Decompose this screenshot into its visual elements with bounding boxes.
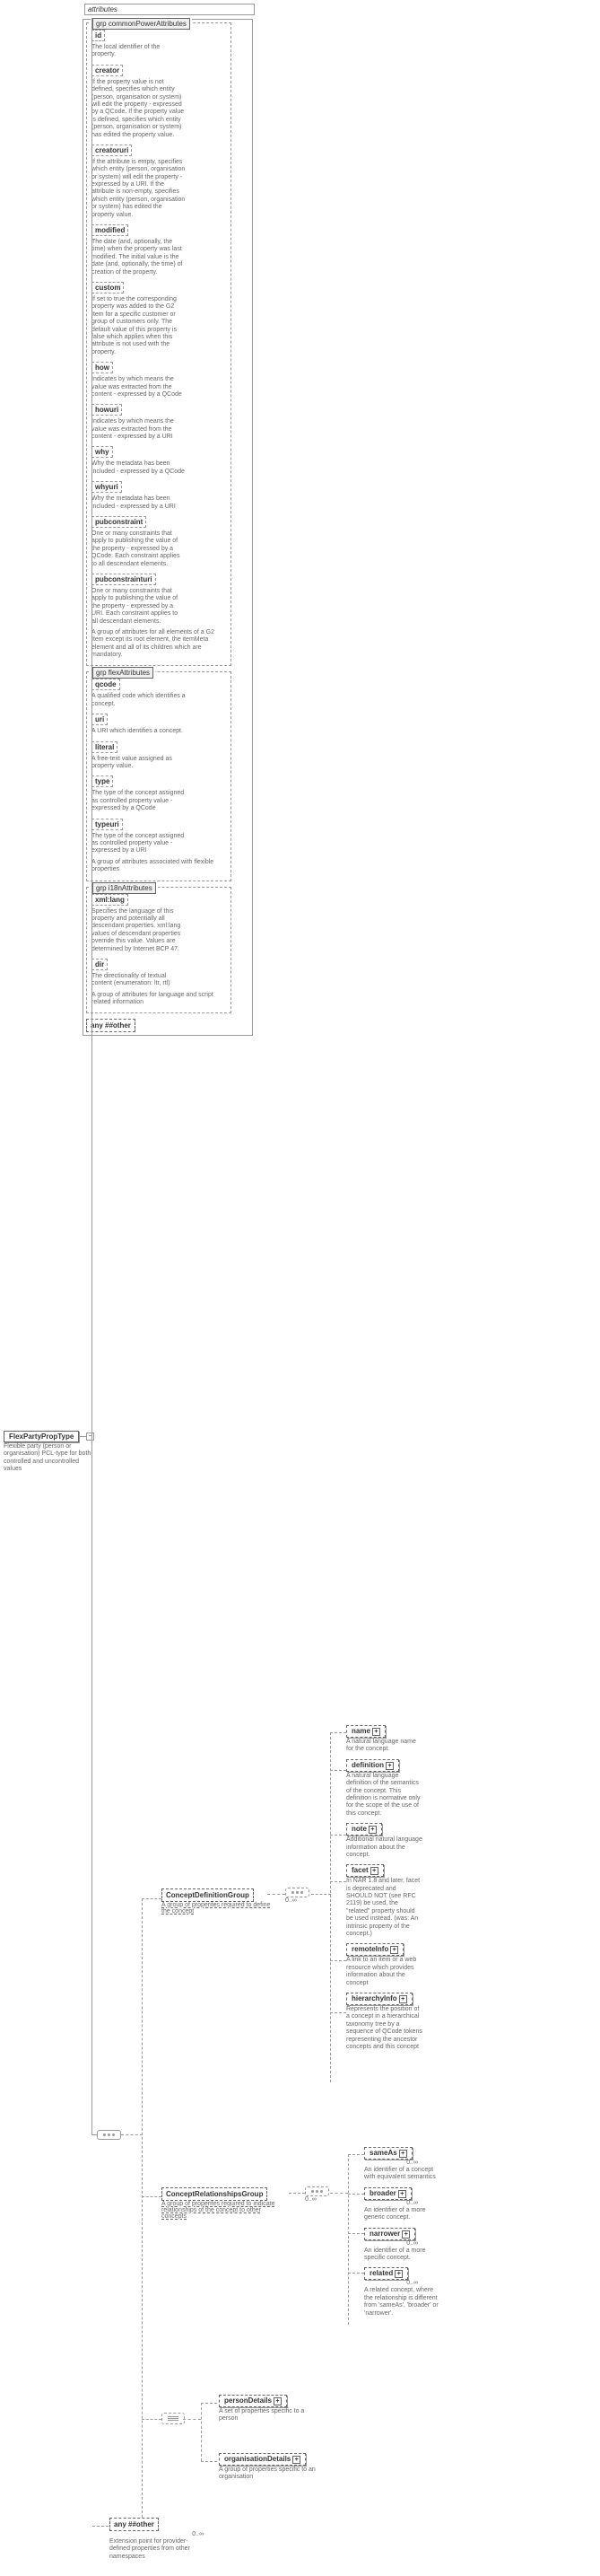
crg-sequence	[305, 2186, 329, 2196]
elem-desc: A related concept, where the relationshi…	[364, 2287, 440, 2318]
attr-desc: The directionality of textual content (e…	[91, 973, 186, 988]
attr-desc: One or many constraints that apply to pu…	[91, 588, 186, 626]
elem-desc: An identifier of a more specific concept…	[364, 2247, 440, 2263]
elem-desc: An identifier of a more generic concept.	[364, 2207, 440, 2222]
any-other-attr: any ##other	[86, 1019, 135, 1032]
attr-pubconstrainturi: pubconstrainturi	[91, 574, 156, 585]
plus-icon[interactable]: +	[402, 2230, 410, 2239]
common-footer: A group of attributes for all elements o…	[91, 629, 217, 660]
plus-icon[interactable]: +	[390, 1946, 398, 1954]
attr-desc: Why the metadata has been included - exp…	[91, 460, 186, 476]
attr-pubconstraint: pubconstraint	[91, 516, 146, 528]
any-other-desc: Extension point for provider-defined pro…	[109, 2538, 204, 2561]
attr-desc: A free-text value assigned as property v…	[91, 756, 186, 771]
attr-howuri: howuri	[91, 404, 122, 416]
attr-desc: Indicates by which means the value was e…	[91, 376, 186, 399]
attr-xml-lang: xml:lang	[91, 894, 128, 906]
elem-sameAs: sameAs+	[364, 2147, 413, 2160]
attr-desc: If the attribute is empty, specifies whi…	[91, 159, 186, 219]
elem-hierarchyInfo: hierarchyInfo+	[346, 1993, 413, 2005]
elem-desc: Represents the position of a concept in …	[346, 2006, 422, 2051]
attr-desc: A qualified code which identifies a conc…	[91, 693, 186, 708]
crg-desc: A group of properites required to indica…	[161, 2201, 287, 2220]
elem-definition: definition+	[346, 1759, 399, 1772]
attr-literal: literal	[91, 741, 117, 753]
i18n-header: grp i18nAttributes	[92, 882, 156, 894]
attr-typeuri: typeuri	[91, 819, 123, 830]
plus-icon[interactable]: +	[369, 1826, 377, 1834]
org-details: organisationDetails+	[219, 2453, 306, 2466]
root-type: FlexPartyPropType	[4, 1431, 79, 1442]
attr-desc: One or many constraints that apply to pu…	[91, 530, 186, 568]
elem-name: name+	[346, 1725, 386, 1738]
elem-note: note+	[346, 1823, 382, 1836]
attr-desc: A URI which identifies a concept.	[91, 728, 186, 735]
attr-modified: modified	[91, 224, 128, 236]
attr-dir: dir	[91, 959, 108, 970]
attr-type: type	[91, 775, 113, 787]
cdg-sequence	[285, 1888, 309, 1897]
elem-desc: Additional natural language information …	[346, 1836, 422, 1859]
attr-how: how	[91, 362, 113, 373]
root-desc: Flexible party (person or organisation) …	[4, 1443, 98, 1474]
plus-icon[interactable]: +	[292, 2456, 300, 2464]
org-desc: A group of properties specific to an org…	[219, 2466, 326, 2482]
attr-qcode: qcode	[91, 679, 120, 690]
attr-desc: The type of the concept assigned as cont…	[91, 833, 186, 855]
attr-creator: creator	[91, 65, 123, 76]
group-common: grp commonPowerAttributes idThe local id…	[86, 22, 231, 666]
attr-desc: Why the metadata has been included - exp…	[91, 495, 186, 511]
elem-related: related+	[364, 2267, 408, 2280]
attr-custom: custom	[91, 282, 124, 294]
main-sequence	[97, 2130, 121, 2140]
group-flex: grp flexAttributes qcodeA qualified code…	[86, 671, 231, 881]
elem-desc: A link to an item or a web resource whic…	[346, 1957, 422, 1987]
elem-broader: broader+	[364, 2187, 412, 2200]
person-desc: A set of properties specific to a person	[219, 2408, 313, 2423]
attr-whyuri: whyuri	[91, 481, 122, 493]
crg-box: ConceptRelationshipsGroup	[161, 2187, 267, 2201]
cdg-box: ConceptDefinitionGroup	[161, 1888, 254, 1902]
attributes-label: attributes	[84, 4, 255, 15]
flex-footer: A group of attributes associated with fl…	[91, 859, 217, 874]
common-header: grp commonPowerAttributes	[92, 18, 190, 30]
minus-toggle[interactable]: −	[86, 1433, 94, 1441]
attr-desc: The type of the concept assigned as cont…	[91, 790, 186, 812]
person-details: personDetails+	[219, 2395, 287, 2407]
plus-icon[interactable]: +	[398, 2190, 406, 2198]
attr-desc: Indicates by which means the value was e…	[91, 418, 186, 441]
plus-icon[interactable]: +	[399, 1995, 407, 2003]
i18n-footer: A group of attributes for language and s…	[91, 992, 217, 1007]
elem-desc: A natural language name for the concept.	[346, 1739, 422, 1754]
attr-uri: uri	[91, 714, 108, 725]
tail-choice	[161, 2413, 185, 2424]
elem-remoteInfo: remoteInfo+	[346, 1943, 404, 1956]
plus-icon[interactable]: +	[386, 1762, 394, 1770]
elem-desc: An identifier of a concept with equivale…	[364, 2167, 440, 2182]
elem-narrower: narrower+	[364, 2228, 415, 2240]
cdg-desc: A group of properites required to define…	[161, 1902, 278, 1914]
plus-icon[interactable]: +	[370, 1867, 378, 1875]
attr-id: id	[91, 30, 105, 41]
any-other-tail: any ##other	[109, 2518, 159, 2531]
elem-desc: In NAR 1.8 and later, facet is deprecate…	[346, 1878, 422, 1938]
attr-creatoruri: creatoruri	[91, 145, 132, 156]
attr-desc: If set to true the corresponding propert…	[91, 296, 186, 356]
attr-desc: The date (and, optionally, the time) whe…	[91, 239, 186, 276]
plus-icon[interactable]: +	[274, 2397, 282, 2405]
elem-facet: facet+	[346, 1864, 384, 1877]
flex-header: grp flexAttributes	[92, 667, 153, 679]
attr-why: why	[91, 446, 113, 458]
plus-icon[interactable]: +	[395, 2270, 403, 2278]
attr-desc: If the property value is not defined, sp…	[91, 79, 186, 139]
elem-desc: A natural language definition of the sem…	[346, 1773, 422, 1818]
group-i18n: grp i18nAttributes xml:langSpecifies the…	[86, 887, 231, 1014]
attr-desc: The local identifier of the property.	[91, 44, 186, 59]
attr-desc: Specifies the language of this property …	[91, 908, 186, 953]
plus-icon[interactable]: +	[399, 2150, 407, 2158]
plus-icon[interactable]: +	[372, 1728, 380, 1736]
